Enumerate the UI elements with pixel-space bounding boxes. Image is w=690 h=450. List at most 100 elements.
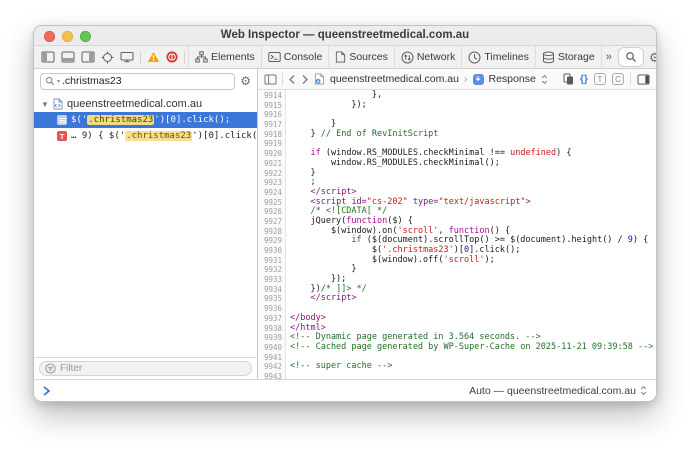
tab-elements[interactable]: Elements bbox=[188, 46, 262, 69]
device-settings-button[interactable] bbox=[117, 48, 137, 67]
line-number: 9914 bbox=[258, 91, 282, 101]
search-result-row[interactable]: T… 9) { $('.christmas23')[0].click(); $(… bbox=[34, 128, 257, 144]
console-prompt-icon bbox=[43, 386, 50, 396]
web-inspector-window: Web Inspector — queenstreetmedical.com.a… bbox=[33, 25, 657, 402]
tab-network[interactable]: Network bbox=[395, 46, 463, 69]
resource-editor: queenstreetmedical.com.au › Response {} … bbox=[258, 69, 656, 379]
toggle-sidebar-button[interactable] bbox=[264, 74, 277, 85]
back-button[interactable] bbox=[288, 74, 296, 85]
search-results: $('.christmas23')[0].click(); T… 9) { $('… bbox=[34, 112, 257, 144]
search-input[interactable] bbox=[62, 75, 230, 87]
line-number: 9924 bbox=[258, 188, 282, 198]
line-number: 9941 bbox=[258, 353, 282, 363]
window-title: Web Inspector — queenstreetmedical.com.a… bbox=[34, 29, 656, 41]
inspect-element-button[interactable] bbox=[98, 48, 117, 67]
toolbar-divider bbox=[184, 51, 185, 64]
display-icon bbox=[120, 51, 134, 63]
line-number: 9940 bbox=[258, 343, 282, 353]
tab-timelines[interactable]: Timelines bbox=[462, 46, 536, 69]
storage-icon bbox=[542, 51, 555, 64]
errors-button[interactable] bbox=[163, 48, 181, 67]
line-number: 9920 bbox=[258, 149, 282, 159]
crosshair-icon bbox=[101, 51, 114, 64]
response-mode-select[interactable]: Response bbox=[489, 73, 536, 85]
source-code-view[interactable]: 9914991599169917991899199920992199229923… bbox=[258, 90, 656, 379]
code-line bbox=[290, 372, 656, 379]
breadcrumb-separator: › bbox=[464, 73, 468, 85]
search-result-row[interactable]: $('.christmas23')[0].click(); bbox=[34, 112, 257, 128]
code-coverage-button[interactable]: C bbox=[612, 73, 624, 85]
toolbar-tabs: ElementsConsole Sources Network Timelines St… bbox=[188, 46, 602, 69]
sidebar-search-row: ▾ ⚙ bbox=[34, 69, 257, 93]
tab-console[interactable]: Console bbox=[262, 46, 330, 69]
result-text: … 9) { $('.christmas23')[0].click(); $(w… bbox=[71, 131, 257, 141]
filter-input[interactable] bbox=[60, 363, 246, 374]
domain-tree-row[interactable]: ▼ queenstreetmedical.com.au bbox=[34, 96, 257, 112]
disclosure-triangle-icon[interactable]: ▼ bbox=[41, 100, 49, 109]
line-number: 9942 bbox=[258, 362, 282, 372]
tab-label: Sources bbox=[349, 51, 388, 63]
code-line: <!-- super cache --> bbox=[290, 362, 656, 372]
search-results-tree: ▼ queenstreetmedical.com.au $('.christma… bbox=[34, 93, 257, 357]
tab-sources[interactable]: Sources bbox=[329, 46, 395, 69]
code-line: </script> bbox=[290, 294, 656, 304]
sidebar-filter-row bbox=[34, 357, 257, 379]
copy-button[interactable] bbox=[563, 73, 574, 85]
panel-bottom-icon bbox=[61, 51, 75, 63]
execution-context-select[interactable]: Auto — queenstreetmedical.com.au bbox=[469, 385, 636, 397]
breadcrumb[interactable]: queenstreetmedical.com.au bbox=[330, 73, 459, 85]
filter-icon bbox=[45, 363, 56, 374]
content-area: ▾ ⚙ ▼ queenstreetmedical.com.au $('.chri… bbox=[34, 69, 656, 379]
line-number: 9930 bbox=[258, 246, 282, 256]
search-icon bbox=[45, 76, 55, 86]
line-number: 9915 bbox=[258, 101, 282, 111]
line-number: 9917 bbox=[258, 120, 282, 130]
quick-console-bar[interactable]: Auto — queenstreetmedical.com.au bbox=[34, 379, 656, 401]
toggle-left-sidebar-button[interactable] bbox=[38, 48, 58, 67]
type-profiler-button[interactable]: T bbox=[594, 73, 606, 85]
warnings-button[interactable] bbox=[144, 48, 163, 67]
toggle-details-sidebar-button[interactable] bbox=[637, 74, 650, 85]
gear-icon: ⚙ bbox=[649, 51, 657, 64]
forward-button[interactable] bbox=[301, 74, 309, 85]
match-highlight: .christmas23 bbox=[125, 131, 192, 141]
elements-icon bbox=[195, 51, 208, 63]
line-number: 9916 bbox=[258, 110, 282, 120]
line-number-gutter: 9914991599169917991899199920992199229923… bbox=[258, 90, 286, 379]
more-tabs-button[interactable]: » bbox=[602, 48, 616, 67]
pretty-print-button[interactable]: {} bbox=[580, 73, 588, 85]
toggle-bottom-panel-button[interactable] bbox=[58, 48, 78, 67]
line-number: 9927 bbox=[258, 217, 282, 227]
line-number: 9922 bbox=[258, 169, 282, 179]
inspector-settings-button[interactable]: ⚙ bbox=[646, 48, 657, 67]
tab-label: Storage bbox=[558, 51, 595, 63]
line-number: 9919 bbox=[258, 139, 282, 149]
tab-label: Network bbox=[417, 51, 456, 63]
line-number: 9934 bbox=[258, 285, 282, 295]
search-field[interactable]: ▾ bbox=[40, 73, 235, 90]
code-lines: }, }); } } // End of RevInitScript if (w… bbox=[286, 90, 656, 379]
code-line bbox=[290, 110, 656, 120]
code-line: </body> bbox=[290, 314, 656, 324]
panel-right-icon bbox=[81, 51, 95, 63]
code-line bbox=[290, 304, 656, 314]
tab-search[interactable] bbox=[619, 48, 643, 66]
line-number: 9933 bbox=[258, 275, 282, 285]
line-number: 9928 bbox=[258, 227, 282, 237]
search-sidebar: ▾ ⚙ ▼ queenstreetmedical.com.au $('.chri… bbox=[34, 69, 258, 379]
search-settings-gear-icon[interactable]: ⚙ bbox=[240, 75, 251, 87]
result-text: $('.christmas23')[0].click(); bbox=[71, 115, 230, 125]
line-number: 9918 bbox=[258, 130, 282, 140]
toggle-right-sidebar-button[interactable] bbox=[78, 48, 98, 67]
script-lines-icon bbox=[57, 115, 67, 125]
timelines-icon bbox=[468, 51, 481, 64]
code-line: } // End of RevInitScript bbox=[290, 130, 656, 140]
filter-field[interactable] bbox=[39, 361, 252, 376]
chevron-down-icon: ▾ bbox=[57, 78, 60, 85]
title-bar[interactable]: Web Inspector — queenstreetmedical.com.a… bbox=[34, 26, 656, 46]
tab-storage[interactable]: Storage bbox=[536, 46, 602, 69]
warning-icon bbox=[147, 51, 160, 63]
navbar-divider bbox=[282, 73, 283, 85]
navbar-divider bbox=[630, 73, 631, 85]
line-number: 9931 bbox=[258, 256, 282, 266]
